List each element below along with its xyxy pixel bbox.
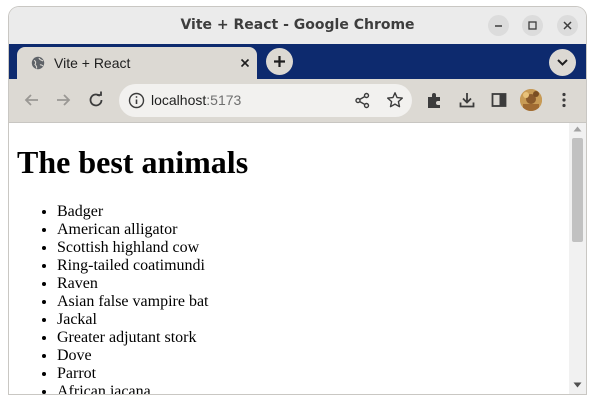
minimize-icon	[495, 25, 502, 27]
animal-list: Badger American alligator Scottish highl…	[17, 203, 565, 394]
tab-vite-react[interactable]: Vite + React	[17, 47, 257, 79]
page-content: The best animals Badger American alligat…	[17, 123, 565, 394]
download-icon[interactable]	[457, 90, 477, 110]
animal-list-item: Scottish highland cow	[57, 239, 565, 257]
animal-list-item: Greater adjutant stork	[57, 329, 565, 347]
chevron-down-icon	[557, 59, 568, 66]
site-info-icon[interactable]	[128, 92, 145, 109]
share-icon[interactable]	[354, 92, 371, 109]
vertical-scrollbar[interactable]	[569, 123, 586, 394]
scroll-down-arrow-icon[interactable]	[573, 382, 582, 388]
back-arrow-icon[interactable]	[22, 90, 42, 110]
plus-icon	[274, 56, 285, 67]
animal-list-item: African jacana	[57, 383, 565, 394]
url-host: localhost	[151, 92, 207, 108]
animal-list-item: Ring-tailed coatimundi	[57, 257, 565, 275]
scroll-up-arrow-icon[interactable]	[573, 126, 582, 132]
browser-window: Vite + React - Google Chrome Vite + Reac…	[9, 7, 586, 394]
animal-list-item: American alligator	[57, 221, 565, 239]
globe-icon	[31, 56, 45, 70]
animal-list-item: Dove	[57, 347, 565, 365]
scrollbar-thumb[interactable]	[572, 138, 583, 242]
tab-search-button[interactable]	[549, 49, 576, 76]
address-bar[interactable]: localhost:5173	[119, 84, 412, 117]
animal-list-item: Asian false vampire bat	[57, 293, 565, 311]
animal-list-item: Jackal	[57, 311, 565, 329]
forward-arrow-icon[interactable]	[53, 90, 73, 110]
title-bar: Vite + React - Google Chrome	[9, 7, 586, 44]
toolbar: localhost:5173	[9, 79, 586, 122]
page-heading: The best animals	[17, 144, 249, 180]
extensions-icon[interactable]	[425, 90, 445, 110]
animal-list-item: Badger	[57, 203, 565, 221]
reload-icon[interactable]	[86, 90, 106, 110]
bookmark-star-icon[interactable]	[386, 91, 404, 109]
maximize-button[interactable]	[522, 15, 543, 36]
tab-title: Vite + React	[54, 55, 131, 71]
maximize-icon	[528, 21, 537, 30]
tab-strip: Vite + React	[9, 44, 586, 79]
animal-list-item: Raven	[57, 275, 565, 293]
url-port: :5173	[206, 92, 242, 108]
avatar-icon	[520, 89, 542, 111]
animal-list-item: Parrot	[57, 365, 565, 383]
close-tab-icon[interactable]	[237, 55, 253, 71]
close-window-button[interactable]	[557, 15, 578, 36]
page-viewport: The best animals Badger American alligat…	[9, 122, 586, 394]
more-menu-icon[interactable]	[554, 90, 574, 110]
minimize-button[interactable]	[488, 15, 509, 36]
profile-avatar[interactable]	[520, 89, 542, 111]
new-tab-button[interactable]	[266, 48, 293, 75]
url-text[interactable]: localhost:5173	[151, 84, 241, 117]
close-icon	[563, 21, 572, 30]
side-panel-icon[interactable]	[489, 90, 509, 110]
